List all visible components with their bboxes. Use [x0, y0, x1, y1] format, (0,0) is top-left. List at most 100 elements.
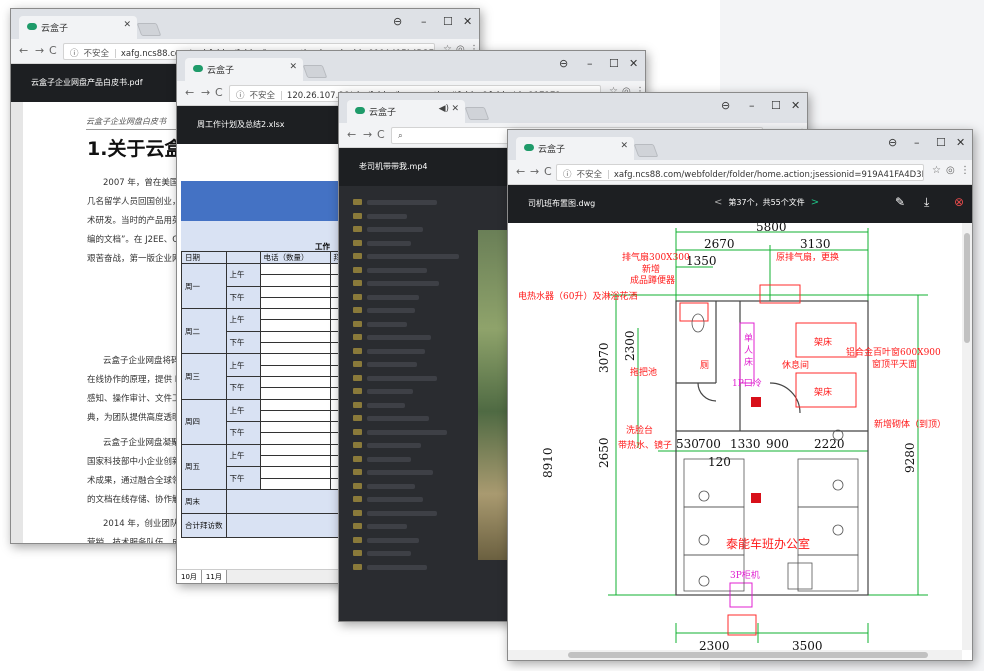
browser-tab[interactable]: 云盒子 ✕: [19, 16, 137, 39]
file-list-item[interactable]: [345, 358, 475, 372]
file-list-item[interactable]: [345, 304, 475, 318]
forward-icon[interactable]: →: [35, 44, 44, 57]
file-list-item[interactable]: [345, 453, 475, 467]
minimize-icon[interactable]: –: [587, 57, 593, 70]
file-list-item[interactable]: [345, 507, 475, 521]
cell[interactable]: [259, 432, 331, 445]
minimize-icon[interactable]: –: [749, 99, 755, 112]
cell[interactable]: [259, 274, 331, 287]
day-cell[interactable]: 周二: [181, 308, 227, 355]
file-list-item[interactable]: [345, 439, 475, 453]
new-tab-button[interactable]: [136, 23, 162, 36]
maximize-icon[interactable]: ☐: [771, 99, 781, 112]
menu-icon[interactable]: ⋮: [960, 165, 970, 176]
file-list-item[interactable]: [345, 372, 475, 386]
cell[interactable]: [259, 375, 331, 389]
header-cell[interactable]: 日期: [181, 251, 227, 264]
account-icon[interactable]: ⊖: [393, 15, 402, 28]
file-list-item[interactable]: [345, 345, 475, 359]
cell[interactable]: [259, 466, 331, 479]
back-icon[interactable]: ←: [347, 128, 356, 141]
day-cell[interactable]: 周四: [181, 398, 227, 445]
forward-icon[interactable]: →: [530, 165, 539, 178]
cell[interactable]: [259, 296, 331, 310]
cad-drawing[interactable]: 5800 2670 3130 1350 2300 3500 530 700 13…: [508, 220, 962, 653]
sheet-tab[interactable]: 11月: [201, 570, 227, 583]
period-cell[interactable]: 下午: [225, 466, 261, 490]
day-cell[interactable]: 周五: [181, 443, 227, 490]
file-list-item[interactable]: [345, 210, 475, 224]
period-cell[interactable]: 下午: [225, 421, 261, 445]
file-list-item[interactable]: [345, 223, 475, 237]
cell[interactable]: [259, 398, 331, 411]
next-file-icon[interactable]: >: [811, 197, 819, 208]
file-list-item[interactable]: [345, 493, 475, 507]
forward-icon[interactable]: →: [363, 128, 372, 141]
browser-tab[interactable]: 云盒子 ✕: [185, 58, 303, 81]
reload-icon[interactable]: C: [49, 44, 57, 57]
edit-pencil-icon[interactable]: ✎: [895, 195, 905, 209]
back-icon[interactable]: ←: [516, 165, 525, 178]
prev-file-icon[interactable]: <: [714, 197, 722, 208]
period-cell[interactable]: 上午: [225, 263, 261, 287]
file-list-item[interactable]: [345, 385, 475, 399]
file-list-item[interactable]: [345, 291, 475, 305]
file-list-item[interactable]: [345, 264, 475, 278]
tab-close-icon[interactable]: ✕: [451, 104, 459, 114]
file-list-item[interactable]: [345, 534, 475, 548]
reload-icon[interactable]: C: [215, 86, 223, 99]
tab-close-icon[interactable]: ✕: [123, 20, 131, 30]
file-list-item[interactable]: [345, 466, 475, 480]
reload-icon[interactable]: C: [377, 128, 385, 141]
day-cell[interactable]: 周一: [181, 262, 227, 310]
header-cell[interactable]: [225, 251, 261, 264]
browser-window-dwg[interactable]: 云盒子 ✕ ⊖ – ☐ ✕ ← → C ⓘ 不安全 | xafg.ncs88.com/…: [507, 129, 973, 661]
close-viewer-icon[interactable]: ⊗: [954, 195, 964, 209]
file-list-item[interactable]: [345, 561, 475, 575]
browser-tab[interactable]: 云盒子 ✕: [516, 137, 634, 160]
cell[interactable]: [259, 353, 331, 366]
file-list-item[interactable]: [345, 412, 475, 426]
extension-icon[interactable]: ◎: [946, 165, 955, 176]
period-cell[interactable]: 下午: [225, 375, 261, 400]
period-cell[interactable]: 上午: [225, 353, 261, 377]
maximize-icon[interactable]: ☐: [936, 136, 946, 149]
tab-close-icon[interactable]: ✕: [289, 62, 297, 72]
close-icon[interactable]: ✕: [791, 99, 800, 112]
cell[interactable]: [259, 285, 331, 298]
new-tab-button[interactable]: [633, 144, 659, 157]
file-list-item[interactable]: [345, 426, 475, 440]
file-list-item[interactable]: [345, 480, 475, 494]
cell[interactable]: [259, 409, 331, 423]
file-list-item[interactable]: [345, 196, 475, 210]
day-cell[interactable]: 周三: [181, 353, 227, 400]
period-cell[interactable]: 下午: [225, 285, 261, 310]
cell[interactable]: [259, 330, 331, 344]
file-list-item[interactable]: [345, 547, 475, 561]
file-list-item[interactable]: [345, 318, 475, 332]
download-icon[interactable]: ⤓: [924, 195, 929, 210]
maximize-icon[interactable]: ☐: [443, 15, 453, 28]
title-bar[interactable]: 云盒子 ✕ ⊖ – ☐ ✕: [11, 9, 479, 39]
account-icon[interactable]: ⊖: [888, 136, 897, 149]
cell[interactable]: [259, 421, 331, 434]
file-list-item[interactable]: [345, 520, 475, 534]
forward-icon[interactable]: →: [201, 86, 210, 99]
tab-close-icon[interactable]: ✕: [620, 141, 628, 151]
title-bar[interactable]: 云盒子 ✕ ⊖ – ☐ ✕: [508, 130, 972, 160]
close-icon[interactable]: ✕: [956, 136, 965, 149]
sheet-tab[interactable]: 10月: [177, 570, 202, 583]
speaker-icon[interactable]: ◀): [439, 104, 449, 114]
file-list-item[interactable]: [345, 399, 475, 413]
total-cell[interactable]: 合计拜访数: [181, 512, 227, 538]
new-tab-button[interactable]: [302, 65, 328, 78]
file-list-item[interactable]: [345, 331, 475, 345]
title-bar[interactable]: 云盒子 ✕ ⊖ – ☐ ✕: [177, 51, 645, 81]
cell[interactable]: [259, 455, 331, 468]
account-icon[interactable]: ⊖: [721, 99, 730, 112]
new-tab-button[interactable]: [464, 107, 490, 120]
file-list-item[interactable]: [345, 277, 475, 291]
url-input[interactable]: ⓘ不安全|xafg.ncs88.com/webfolder/folder/hom…: [556, 164, 924, 181]
period-cell[interactable]: 上午: [225, 308, 261, 332]
scroll-thumb[interactable]: [964, 233, 970, 343]
